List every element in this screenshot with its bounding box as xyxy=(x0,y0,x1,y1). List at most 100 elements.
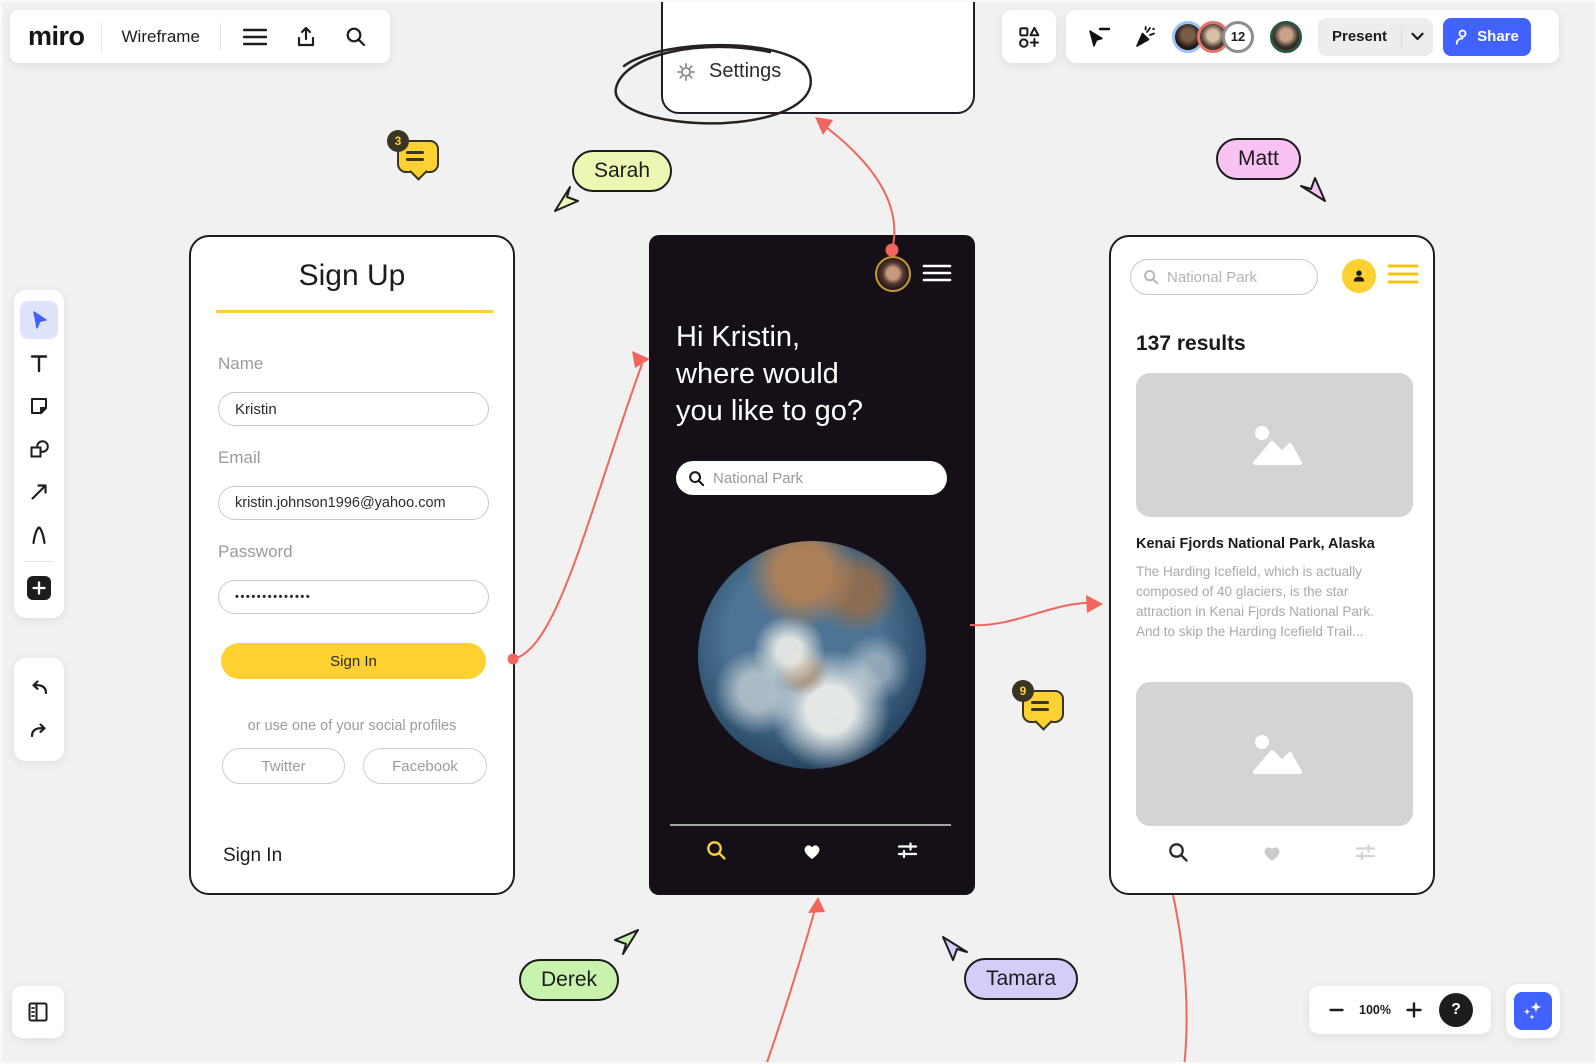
shapes-tool[interactable] xyxy=(20,430,58,468)
cursor-name-label: Tamara xyxy=(964,958,1078,1000)
board-objects-button[interactable] xyxy=(1002,10,1056,63)
password-label: Password xyxy=(218,542,293,562)
divider xyxy=(101,23,102,51)
main-toolbar: miro Wireframe xyxy=(10,10,390,63)
cursor-pointer-icon xyxy=(611,927,641,957)
zoom-out-icon[interactable] xyxy=(1323,997,1349,1023)
search-icon xyxy=(688,470,705,487)
undo-icon[interactable] xyxy=(20,669,58,707)
shapes-icon xyxy=(1016,24,1042,50)
greeting-line-3: you like to go? xyxy=(676,393,863,430)
active-user-avatar[interactable] xyxy=(1270,21,1302,53)
menu-icon[interactable] xyxy=(237,28,273,46)
user-avatar[interactable] xyxy=(875,256,911,292)
help-button[interactable]: ? xyxy=(1439,993,1473,1027)
results-wireframe-card[interactable]: 137 results Kenai Fjords National Park, … xyxy=(1109,235,1435,895)
social-profiles-text: or use one of your social profiles xyxy=(191,718,513,734)
filters-icon[interactable] xyxy=(896,839,919,861)
history-toolbar xyxy=(14,658,64,761)
results-search-input[interactable] xyxy=(1167,269,1287,286)
name-field[interactable] xyxy=(218,392,489,426)
zoom-in-icon[interactable] xyxy=(1401,997,1427,1023)
results-search-bar[interactable] xyxy=(1130,259,1318,295)
miro-logo[interactable]: miro xyxy=(28,21,85,52)
divider xyxy=(220,23,221,51)
heart-icon[interactable] xyxy=(1260,841,1284,863)
present-button[interactable]: Present xyxy=(1318,18,1433,56)
result-item-description: The Harding Icefield, which is actually … xyxy=(1136,562,1396,642)
filters-icon[interactable] xyxy=(1354,841,1377,863)
earth-image xyxy=(698,541,926,769)
phone-wireframe-card[interactable]: Hi Kristin, where would you like to go? xyxy=(649,235,975,895)
zoom-level[interactable]: 100% xyxy=(1353,1003,1397,1017)
cursor-name-label: Derek xyxy=(519,959,619,1001)
email-label: Email xyxy=(218,448,261,468)
select-tool[interactable] xyxy=(20,301,58,339)
share-button[interactable]: Share xyxy=(1443,18,1531,56)
celebration-icon[interactable] xyxy=(1126,24,1164,50)
signup-title: Sign Up xyxy=(191,259,513,293)
signin-button[interactable]: Sign In xyxy=(221,643,486,679)
divider xyxy=(24,561,54,562)
search-icon[interactable] xyxy=(1167,841,1189,863)
image-placeholder xyxy=(1136,682,1413,826)
pen-tool[interactable] xyxy=(20,516,58,554)
sparkles-icon xyxy=(1514,992,1552,1030)
share-label: Share xyxy=(1477,28,1519,45)
phone-search-input[interactable] xyxy=(713,470,935,487)
image-placeholder xyxy=(1136,373,1413,517)
export-icon[interactable] xyxy=(289,26,323,48)
comment-count: 3 xyxy=(387,130,409,152)
add-more-tools[interactable] xyxy=(20,569,58,607)
gear-icon xyxy=(675,61,697,83)
result-item-title: Kenai Fjords National Park, Alaska xyxy=(1136,536,1375,552)
sticky-note-tool[interactable] xyxy=(20,387,58,425)
password-field[interactable] xyxy=(218,580,489,614)
twitter-button[interactable]: Twitter xyxy=(222,748,345,784)
frames-icon xyxy=(26,1000,50,1024)
collaboration-bar: 12 Present Share xyxy=(1066,10,1559,63)
menu-icon[interactable] xyxy=(922,263,952,283)
cursor-name-label: Sarah xyxy=(572,150,672,192)
heart-icon[interactable] xyxy=(800,839,824,861)
chevron-down-icon[interactable] xyxy=(1402,32,1433,41)
menu-icon[interactable] xyxy=(1387,263,1419,285)
nav-divider xyxy=(670,824,951,826)
phone-search-bar[interactable] xyxy=(676,461,947,495)
greeting-line-1: Hi Kristin, xyxy=(676,319,863,356)
board-name[interactable]: Wireframe xyxy=(118,27,204,47)
title-underline xyxy=(216,310,493,313)
signin-link[interactable]: Sign In xyxy=(223,845,282,867)
participants-count[interactable]: 12 xyxy=(1222,21,1254,53)
follow-cursor-icon[interactable] xyxy=(1080,25,1118,49)
cursor-pointer-icon xyxy=(552,184,582,214)
cursor-name-label: Matt xyxy=(1216,138,1301,180)
ai-assistant-button[interactable] xyxy=(1506,984,1560,1038)
greeting-line-2: where would xyxy=(676,356,863,393)
facebook-button[interactable]: Facebook xyxy=(363,748,487,784)
present-label: Present xyxy=(1318,28,1401,45)
search-icon[interactable] xyxy=(705,839,727,861)
text-tool[interactable] xyxy=(20,344,58,382)
person-icon xyxy=(1455,29,1470,45)
settings-menu-label[interactable]: Settings xyxy=(709,60,781,83)
arrow-tool[interactable] xyxy=(20,473,58,511)
signup-wireframe-card[interactable]: Sign Up Name Email Password Sign In or u… xyxy=(189,235,515,895)
cursor-pointer-icon xyxy=(1298,174,1328,204)
redo-icon[interactable] xyxy=(20,712,58,750)
settings-wireframe-card[interactable]: Settings xyxy=(661,0,975,114)
comment-badge[interactable]: 9 xyxy=(1012,680,1068,738)
profile-icon[interactable] xyxy=(1342,259,1376,293)
results-count: 137 results xyxy=(1136,332,1246,356)
zoom-controls: 100% ? xyxy=(1309,986,1491,1034)
cursor-pointer-icon xyxy=(940,934,970,964)
comment-badge[interactable]: 3 xyxy=(387,130,443,188)
search-icon[interactable] xyxy=(339,26,372,47)
search-icon xyxy=(1143,269,1159,285)
name-label: Name xyxy=(218,354,263,374)
miro-board-canvas[interactable]: Settings Sign Up Name Email Password Sig… xyxy=(0,0,1596,1064)
creation-toolbar xyxy=(14,290,64,618)
email-field[interactable] xyxy=(218,486,489,520)
comment-count: 9 xyxy=(1012,680,1034,702)
frames-panel-button[interactable] xyxy=(12,986,64,1038)
